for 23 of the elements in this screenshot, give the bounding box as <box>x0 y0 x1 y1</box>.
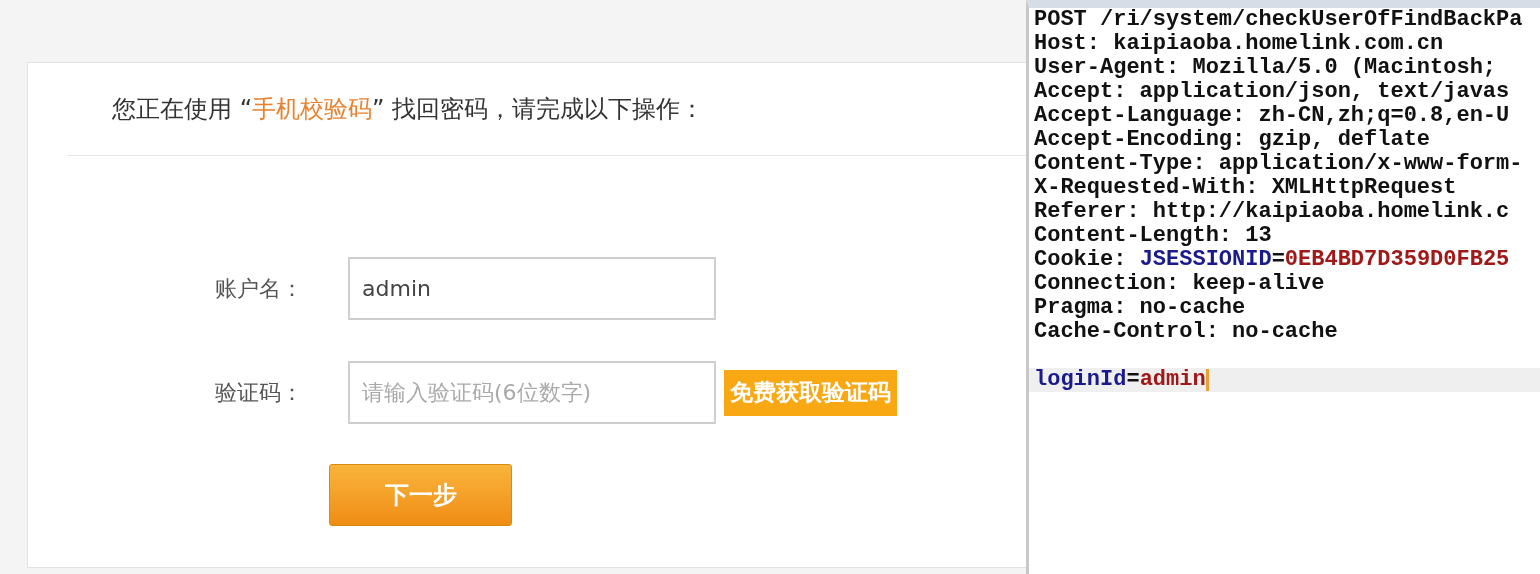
request-body: loginId=admin <box>1034 368 1206 392</box>
request-line: Accept: application/json, text/javas <box>1034 79 1510 104</box>
request-line: Referer: http://kaipiaoba.homelink.c <box>1034 199 1510 224</box>
input-field[interactable]: admin <box>348 257 716 320</box>
input-field[interactable]: 请输入验证码(6位数字) <box>348 361 716 424</box>
request-line: Pragma: no-cache <box>1034 295 1246 320</box>
instruction-text: 您正在使用 “手机校验码” 找回密码，请完成以下操作： <box>112 94 705 125</box>
request-line: POST /ri/system/checkUserOfFindBackPa <box>1034 8 1523 32</box>
text-cursor <box>1205 369 1209 391</box>
request-line: Content-Length: 13 <box>1034 223 1272 248</box>
request-line: Cookie: JSESSIONID=0EB4BD7D359D0FB25 <box>1034 247 1510 272</box>
get-code-button[interactable]: 免费获取验证码 <box>724 369 897 416</box>
request-line: Connection: keep-alive <box>1034 271 1325 296</box>
request-line: User-Agent: Mozilla/5.0 (Macintosh; <box>1034 55 1497 80</box>
field-label: 账户名： <box>214 275 304 303</box>
next-button[interactable]: 下一步 <box>329 464 512 526</box>
request-line: Content-Type: application/x-www-form- <box>1034 151 1523 176</box>
request-line: X-Requested-With: XMLHttpRequest <box>1034 175 1457 200</box>
field-label: 验证码： <box>214 379 304 407</box>
request-line: Accept-Encoding: gzip, deflate <box>1034 127 1431 152</box>
request-line: Accept-Language: zh-CN,zh;q=0.8,en-U <box>1034 103 1510 128</box>
request-line: Host: kaipiaoba.homelink.com.cn <box>1034 31 1444 56</box>
request-line: Cache-Control: no-cache <box>1034 319 1338 344</box>
